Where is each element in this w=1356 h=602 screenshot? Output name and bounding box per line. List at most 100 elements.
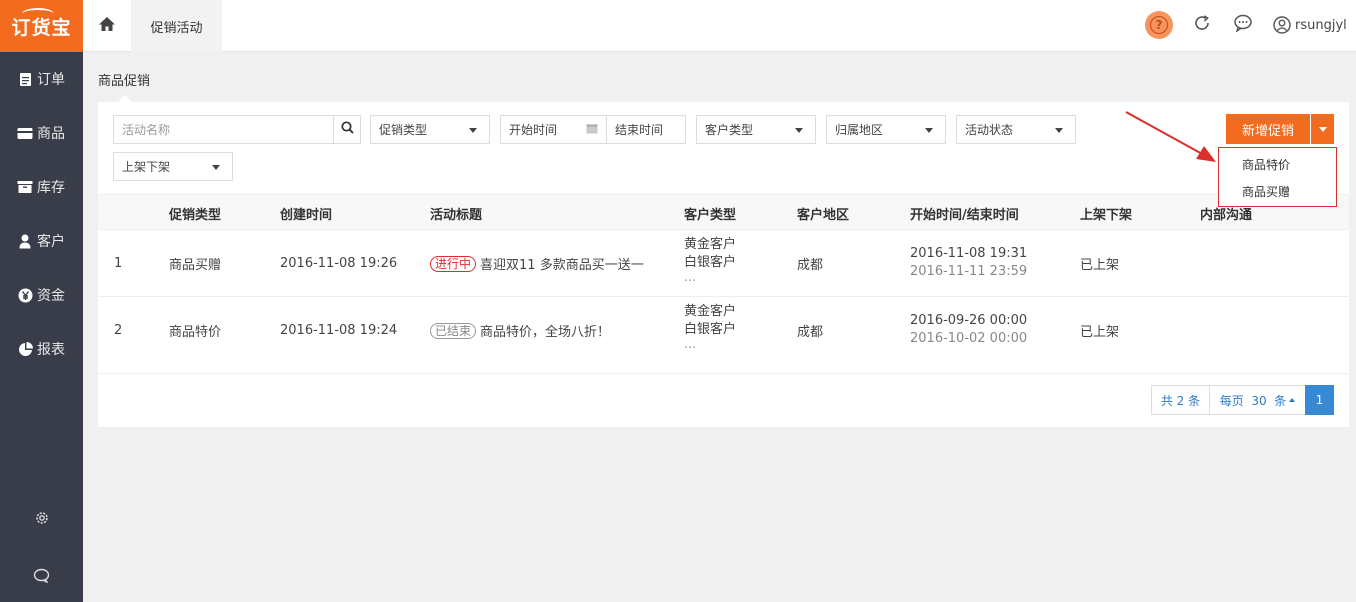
caret-up-icon	[1289, 398, 1296, 402]
region-select[interactable]: 归属地区	[826, 115, 946, 144]
new-promotion-button[interactable]: 新增促销	[1226, 114, 1310, 144]
chat-button[interactable]	[0, 568, 83, 588]
sidebar-item-funds[interactable]: 资金	[0, 268, 83, 322]
region-cell: 成都	[797, 258, 824, 273]
customer-type-cell: 黄金客户 白银客户 ...	[684, 236, 736, 284]
page-title: 商品促销	[98, 74, 151, 89]
messages-button[interactable]	[1232, 14, 1254, 36]
promo-type-select[interactable]: 促销类型	[370, 115, 490, 144]
region-cell: 成都	[797, 325, 824, 340]
breadcrumb-pointer	[118, 95, 132, 102]
user-icon	[17, 234, 33, 249]
region-value: 归属地区	[835, 123, 884, 137]
logo-arc	[22, 8, 54, 20]
sidebar-item-label: 商品	[37, 126, 65, 142]
new-promotion-menu: 商品特价 商品买赠	[1218, 147, 1337, 207]
sidebar-item-orders[interactable]: 订单	[0, 52, 83, 106]
sidebar-item-reports[interactable]: 报表	[0, 322, 83, 376]
customer-type: 黄金客户	[684, 237, 737, 252]
customer-type-more: ...	[684, 270, 697, 285]
start-time-input[interactable]: 开始时间	[500, 115, 580, 144]
message-icon	[1233, 14, 1253, 36]
row-index: 2	[114, 323, 123, 338]
row-index: 1	[114, 256, 123, 271]
column-header[interactable]: 客户类型	[684, 195, 736, 231]
column-header[interactable]: 活动标题	[430, 195, 482, 231]
chat-icon	[33, 568, 50, 588]
new-promotion-dropdown-toggle[interactable]	[1311, 114, 1334, 144]
chevron-down-icon	[795, 128, 803, 133]
chevron-down-icon	[469, 128, 477, 133]
table-row[interactable]: 2 商品特价 2016-11-08 19:24 已结束 商品特价，全场八折！ 黄…	[98, 297, 1349, 374]
menu-item-special-price[interactable]: 商品特价	[1219, 151, 1336, 178]
status-badge: 已结束	[430, 322, 477, 339]
time-range-cell: 2016-11-08 19:31 2016-11-11 23:59	[910, 245, 1027, 281]
settings-button[interactable]	[0, 510, 83, 530]
annotation-arrow	[1125, 111, 1216, 162]
shelf-status-value: 上架下架	[122, 160, 171, 174]
page-size-select[interactable]: 每页 30 条	[1209, 385, 1306, 415]
refresh-icon	[1192, 13, 1212, 37]
column-header[interactable]: 上架下架	[1080, 195, 1132, 231]
menu-item-buy-gift[interactable]: 商品买赠	[1219, 178, 1336, 205]
column-header[interactable]: 创建时间	[280, 195, 332, 231]
start-time: 2016-11-08 19:31	[910, 246, 1028, 261]
column-header[interactable]: 促销类型	[169, 195, 221, 231]
sidebar: 订货宝 订单 商品 库存 客户 资金 报表	[0, 0, 83, 602]
home-icon	[98, 16, 116, 36]
username: rsungjyl	[1295, 17, 1347, 33]
calendar-divider	[579, 115, 607, 144]
end-time: 2016-10-02 00:00	[910, 331, 1028, 346]
time-range-cell: 2016-09-26 00:00 2016-10-02 00:00	[910, 312, 1027, 348]
search-button[interactable]	[333, 115, 361, 144]
end-time-input[interactable]: 结束时间	[606, 115, 686, 144]
calendar-icon	[586, 123, 598, 137]
customer-type-value: 客户类型	[705, 123, 754, 137]
sidebar-item-label: 客户	[37, 234, 65, 250]
pagination-total: 共 2 条	[1151, 385, 1210, 415]
help-button[interactable]: ?	[1145, 11, 1173, 39]
pie-chart-icon	[17, 341, 33, 357]
caret-down-icon	[1318, 126, 1327, 132]
promo-type-cell: 商品特价	[169, 325, 222, 340]
activity-status-select[interactable]: 活动状态	[956, 115, 1076, 144]
gear-icon	[34, 510, 50, 530]
customer-type-more: ...	[684, 337, 697, 352]
start-time: 2016-09-26 00:00	[910, 313, 1028, 328]
goods-icon	[17, 127, 33, 140]
sidebar-item-customers[interactable]: 客户	[0, 214, 83, 268]
column-header[interactable]: 客户地区	[797, 195, 849, 231]
title-cell[interactable]: 进行中 喜迎双11 多款商品买一送一	[430, 230, 644, 297]
inventory-icon	[17, 180, 33, 194]
home-button[interactable]	[83, 0, 131, 52]
chevron-down-icon	[212, 165, 220, 170]
top-bar: 促销活动 ? rsungjyl	[83, 0, 1356, 52]
user-avatar-icon	[1273, 16, 1291, 34]
page-size-label: 每页 30 条	[1219, 393, 1287, 408]
shelf-cell: 已上架	[1080, 325, 1120, 340]
sidebar-item-label: 报表	[37, 342, 65, 358]
shelf-status-select[interactable]: 上架下架	[113, 152, 233, 181]
end-time-label: 结束时间	[615, 123, 664, 137]
user-menu[interactable]: rsungjyl	[1273, 14, 1347, 36]
shelf-cell: 已上架	[1080, 258, 1120, 273]
help-icon: ?	[1150, 16, 1168, 34]
logo[interactable]: 订货宝	[0, 0, 83, 52]
table-row[interactable]: 1 商品买赠 2016-11-08 19:26 进行中 喜迎双11 多款商品买一…	[98, 230, 1349, 297]
status-badge: 进行中	[430, 255, 477, 272]
customer-type-cell: 黄金客户 白银客户 ...	[684, 303, 736, 351]
customer-type-select[interactable]: 客户类型	[696, 115, 816, 144]
refresh-button[interactable]	[1191, 14, 1213, 36]
created-time-cell: 2016-11-08 19:26	[280, 256, 398, 271]
search-icon	[340, 121, 354, 138]
tab-promotions[interactable]: 促销活动	[131, 0, 222, 52]
column-header[interactable]: 开始时间/结束时间	[910, 195, 1019, 231]
sidebar-item-goods[interactable]: 商品	[0, 106, 83, 160]
start-time-label: 开始时间	[509, 123, 558, 137]
page-button-current[interactable]: 1	[1305, 385, 1334, 415]
activity-title: 喜迎双11 多款商品买一送一	[480, 258, 644, 273]
activity-status-value: 活动状态	[965, 123, 1014, 137]
activity-name-input[interactable]: 活动名称	[113, 115, 334, 144]
title-cell[interactable]: 已结束 商品特价，全场八折！	[430, 297, 610, 364]
sidebar-item-inventory[interactable]: 库存	[0, 160, 83, 214]
